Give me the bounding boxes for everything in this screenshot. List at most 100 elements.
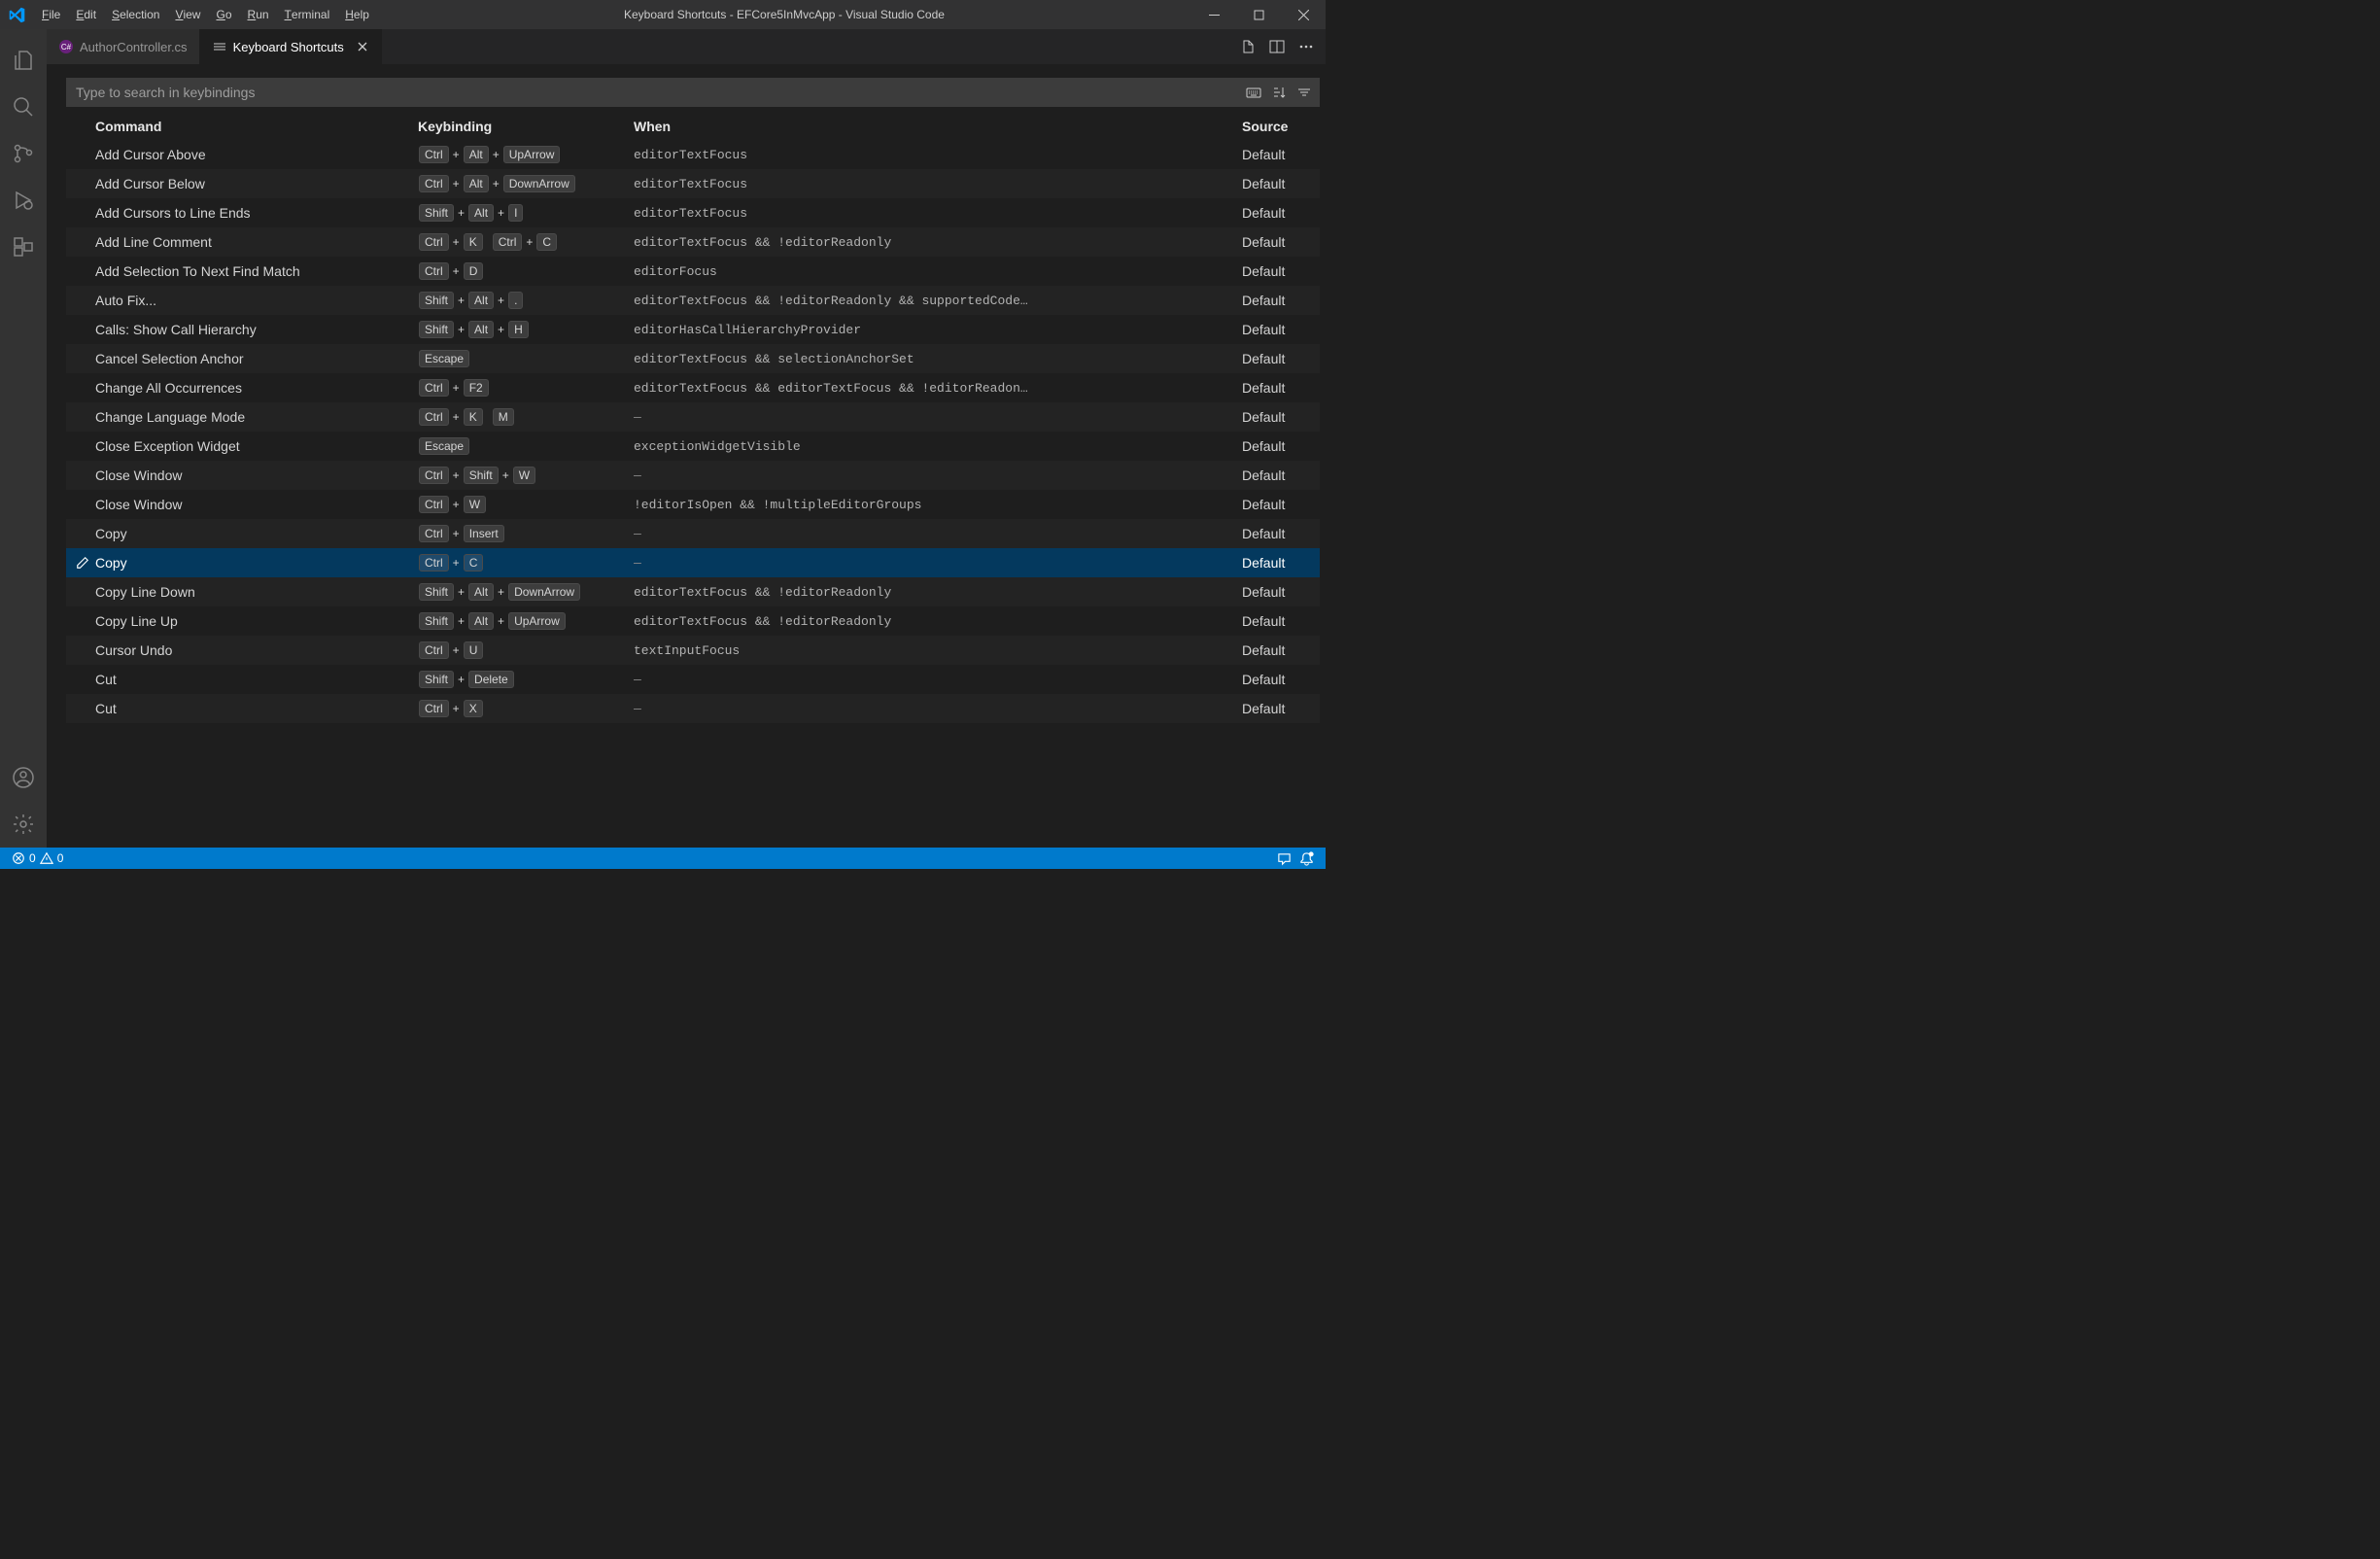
command-cell: Cursor Undo (95, 642, 418, 658)
when-cell: exceptionWidgetVisible (634, 439, 1242, 454)
source-control-icon[interactable] (0, 130, 47, 177)
keybinding-cell: Ctrl+W (418, 496, 634, 513)
edit-keybinding-icon[interactable] (70, 556, 95, 570)
keybinding-row[interactable]: Close WindowCtrl+Shift+W—Default (66, 461, 1320, 490)
source-cell: Default (1242, 701, 1320, 716)
search-icon[interactable] (0, 84, 47, 130)
keybinding-row[interactable]: Calls: Show Call HierarchyShift+Alt+Hedi… (66, 315, 1320, 344)
keybinding-row[interactable]: Close Exception WidgetEscapeexceptionWid… (66, 432, 1320, 461)
when-cell: editorHasCallHierarchyProvider (634, 323, 1242, 337)
editor-actions (1228, 29, 1326, 64)
command-cell: Cut (95, 701, 418, 716)
keybinding-cell: Ctrl+D (418, 262, 634, 280)
split-editor-icon[interactable] (1269, 39, 1285, 54)
window-title: Keyboard Shortcuts - EFCore5InMvcApp - V… (377, 8, 1191, 21)
keybinding-cell: Ctrl+KCtrl+C (418, 233, 634, 251)
minimize-button[interactable] (1191, 0, 1236, 29)
when-cell: — (634, 556, 1242, 571)
more-actions-icon[interactable] (1298, 39, 1314, 54)
menu-edit[interactable]: Edit (68, 0, 104, 29)
menu-help[interactable]: Help (337, 0, 377, 29)
record-keys-icon[interactable] (1246, 85, 1261, 100)
menu-file[interactable]: File (34, 0, 68, 29)
command-cell: Add Cursor Above (95, 147, 418, 162)
keybinding-cell: Shift+Alt+H (418, 321, 634, 338)
menu-selection[interactable]: Selection (104, 0, 167, 29)
keybindings-table-header: Command Keybinding When Source (66, 113, 1320, 140)
explorer-icon[interactable] (0, 37, 47, 84)
svg-text:C#: C# (61, 43, 72, 52)
keybinding-cell: Ctrl+X (418, 700, 634, 717)
settings-gear-icon[interactable] (0, 801, 47, 848)
column-header-command[interactable]: Command (95, 119, 418, 134)
command-cell: Copy (95, 555, 418, 571)
when-cell: — (634, 702, 1242, 716)
keybinding-row[interactable]: Change Language ModeCtrl+KM—Default (66, 402, 1320, 432)
column-header-keybinding[interactable]: Keybinding (418, 119, 634, 134)
keybinding-cell: Ctrl+U (418, 641, 634, 659)
tab-authorcontroller-cs[interactable]: C#AuthorController.cs (47, 29, 200, 64)
tab-keyboard-shortcuts[interactable]: Keyboard Shortcuts (200, 29, 382, 64)
when-cell: — (634, 527, 1242, 541)
keybinding-row[interactable]: CutShift+Delete—Default (66, 665, 1320, 694)
keybinding-row[interactable]: Copy Line DownShift+Alt+DownArroweditorT… (66, 577, 1320, 606)
menu-run[interactable]: Run (240, 0, 277, 29)
keybinding-row[interactable]: CopyCtrl+Insert—Default (66, 519, 1320, 548)
keybinding-cell: Shift+Alt+I (418, 204, 634, 222)
status-feedback-icon[interactable] (1273, 851, 1295, 866)
keybinding-cell: Ctrl+Shift+W (418, 467, 634, 484)
keybinding-row[interactable]: Auto Fix...Shift+Alt+.editorTextFocus &&… (66, 286, 1320, 315)
keybindings-search-input[interactable] (66, 85, 1238, 100)
extensions-icon[interactable] (0, 224, 47, 270)
keybinding-row[interactable]: Cursor UndoCtrl+UtextInputFocusDefault (66, 636, 1320, 665)
keybinding-cell: Escape (418, 350, 634, 367)
command-cell: Copy Line Down (95, 584, 418, 600)
keybinding-row[interactable]: Add Cursor AboveCtrl+Alt+UpArroweditorTe… (66, 140, 1320, 169)
source-cell: Default (1242, 497, 1320, 512)
source-cell: Default (1242, 526, 1320, 541)
keybinding-cell: Shift+Alt+DownArrow (418, 583, 634, 601)
menu-go[interactable]: Go (208, 0, 239, 29)
command-cell: Add Cursors to Line Ends (95, 205, 418, 221)
column-header-when[interactable]: When (634, 119, 1242, 134)
source-cell: Default (1242, 176, 1320, 191)
when-cell: — (634, 673, 1242, 687)
keybinding-row[interactable]: Cancel Selection AnchorEscapeeditorTextF… (66, 344, 1320, 373)
keybinding-cell: Ctrl+Alt+UpArrow (418, 146, 634, 163)
command-cell: Close Exception Widget (95, 438, 418, 454)
source-cell: Default (1242, 263, 1320, 279)
accounts-icon[interactable] (0, 754, 47, 801)
keybinding-row[interactable]: Add Selection To Next Find MatchCtrl+Ded… (66, 257, 1320, 286)
command-cell: Add Selection To Next Find Match (95, 263, 418, 279)
command-cell: Cut (95, 672, 418, 687)
close-button[interactable] (1281, 0, 1326, 29)
keybinding-row[interactable]: CopyCtrl+C—Default (66, 548, 1320, 577)
keybinding-row[interactable]: Change All OccurrencesCtrl+F2editorTextF… (66, 373, 1320, 402)
close-icon[interactable] (356, 40, 369, 53)
open-keyboard-shortcuts-json-icon[interactable] (1240, 39, 1256, 54)
status-notifications-icon[interactable] (1295, 851, 1318, 866)
status-bar: 0 0 (0, 848, 1326, 869)
sort-by-precedence-icon[interactable] (1271, 85, 1287, 100)
tab-label: Keyboard Shortcuts (233, 40, 344, 54)
run-debug-icon[interactable] (0, 177, 47, 224)
command-cell: Auto Fix... (95, 293, 418, 308)
command-cell: Copy (95, 526, 418, 541)
status-problems[interactable]: 0 0 (8, 851, 67, 865)
keybinding-row[interactable]: Close WindowCtrl+W!editorIsOpen && !mult… (66, 490, 1320, 519)
keybinding-row[interactable]: CutCtrl+X—Default (66, 694, 1320, 723)
menu-bar: FileEditSelectionViewGoRunTerminalHelp (34, 0, 377, 29)
keybinding-row[interactable]: Copy Line UpShift+Alt+UpArroweditorTextF… (66, 606, 1320, 636)
when-cell: editorTextFocus && !editorReadonly (634, 614, 1242, 629)
keybinding-row[interactable]: Add Cursors to Line EndsShift+Alt+Iedito… (66, 198, 1320, 227)
column-header-source[interactable]: Source (1242, 119, 1320, 134)
keybinding-row[interactable]: Add Line CommentCtrl+KCtrl+CeditorTextFo… (66, 227, 1320, 257)
keybindings-list[interactable]: Add Cursor AboveCtrl+Alt+UpArrow editorTe… (66, 140, 1320, 848)
keybinding-cell: Ctrl+Alt+DownArrow (418, 175, 634, 192)
menu-view[interactable]: View (167, 0, 208, 29)
source-cell: Default (1242, 672, 1320, 687)
filter-icon[interactable] (1296, 85, 1312, 100)
maximize-button[interactable] (1236, 0, 1281, 29)
keybinding-row[interactable]: Add Cursor BelowCtrl+Alt+DownArroweditor… (66, 169, 1320, 198)
menu-terminal[interactable]: Terminal (277, 0, 338, 29)
